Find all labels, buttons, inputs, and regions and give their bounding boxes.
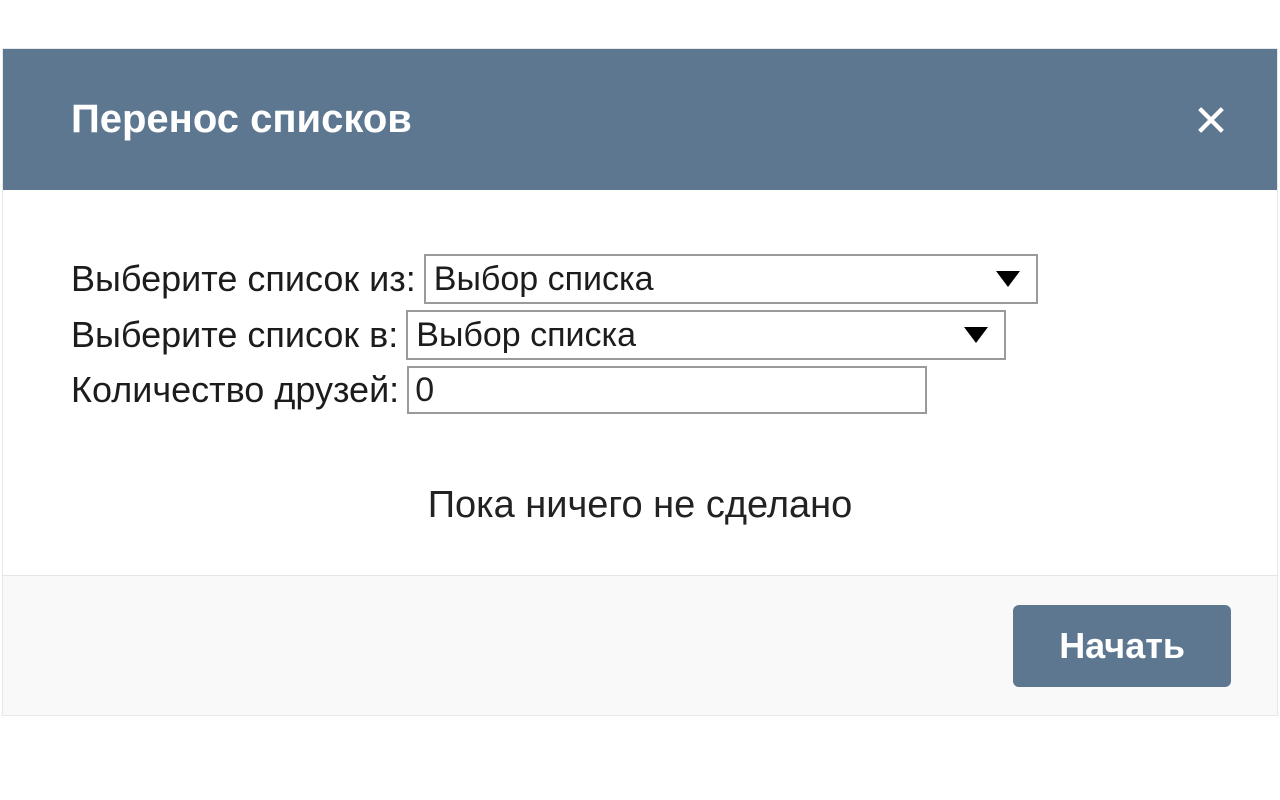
select-to[interactable]: Выбор списка <box>406 310 1006 360</box>
status-message: Пока ничего не сделано <box>71 484 1209 527</box>
row-select-to: Выберите список в: Выбор списка <box>71 310 1209 360</box>
chevron-down-icon <box>996 271 1020 287</box>
select-from[interactable]: Выбор списка <box>424 254 1038 304</box>
chevron-down-icon <box>964 327 988 343</box>
dialog: Перенос списков Выберите список из: Выбо… <box>2 48 1278 716</box>
dialog-footer: Начать <box>3 575 1277 715</box>
row-select-from: Выберите список из: Выбор списка <box>71 254 1209 304</box>
dialog-title: Перенос списков <box>71 97 412 142</box>
label-friend-count: Количество друзей: <box>71 372 399 408</box>
dialog-body: Выберите список из: Выбор списка Выберит… <box>3 190 1277 575</box>
start-button[interactable]: Начать <box>1013 605 1231 687</box>
close-icon[interactable] <box>1191 100 1231 140</box>
friend-count-input[interactable] <box>407 366 927 414</box>
label-select-from: Выберите список из: <box>71 261 416 297</box>
dialog-header: Перенос списков <box>3 49 1277 190</box>
row-friend-count: Количество друзей: <box>71 366 1209 414</box>
select-from-value: Выбор списка <box>434 262 654 296</box>
label-select-to: Выберите список в: <box>71 317 398 353</box>
select-to-value: Выбор списка <box>416 318 636 352</box>
